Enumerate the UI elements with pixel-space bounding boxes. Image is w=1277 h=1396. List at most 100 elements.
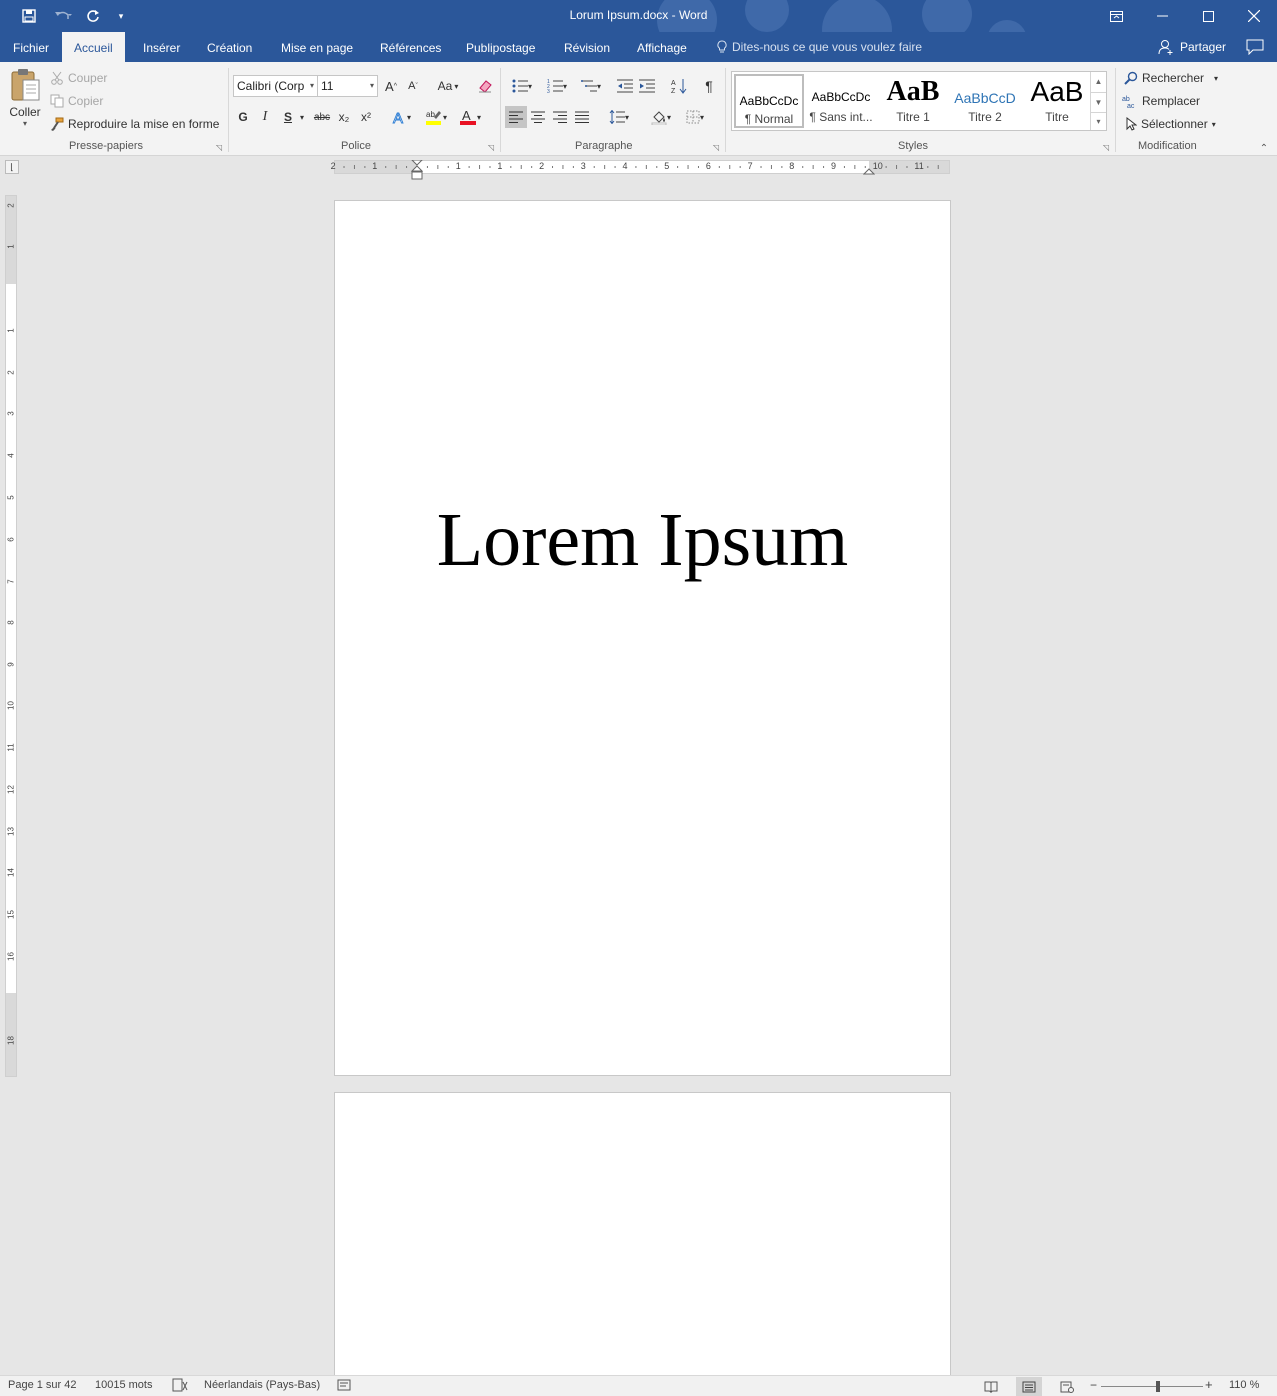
style-heading-1[interactable]: AaB Titre 1 xyxy=(878,74,948,128)
shading-button[interactable]: ▾ xyxy=(646,107,676,127)
find-button[interactable]: Rechercher ▾ xyxy=(1124,71,1218,85)
tab-publipostage[interactable]: Publipostage xyxy=(454,32,547,62)
svg-text:ab: ab xyxy=(1122,96,1130,103)
ribbon-display-icon[interactable] xyxy=(1093,0,1139,32)
format-painter-button[interactable]: Reproduire la mise en forme xyxy=(50,117,219,131)
bullets-button[interactable]: ▾ xyxy=(506,76,538,96)
decrease-indent-icon[interactable] xyxy=(615,76,635,96)
tab-revision[interactable]: Révision xyxy=(552,32,622,62)
document-page[interactable] xyxy=(334,1092,951,1375)
cut-button[interactable]: Couper xyxy=(50,71,107,85)
underline-button[interactable]: S xyxy=(278,107,298,127)
change-case-button[interactable]: Aa ▾ xyxy=(433,76,463,96)
web-layout-icon[interactable] xyxy=(1054,1377,1080,1396)
select-button[interactable]: Sélectionner ▾ xyxy=(1125,117,1216,131)
clear-formatting-icon[interactable] xyxy=(475,76,495,96)
zoom-in-icon[interactable]: + xyxy=(1205,1377,1213,1392)
right-indent-marker-icon[interactable] xyxy=(863,163,875,175)
zoom-level[interactable]: 110 % xyxy=(1229,1379,1259,1391)
align-right-icon[interactable] xyxy=(550,107,570,127)
tab-mise-en-page[interactable]: Mise en page xyxy=(269,32,365,62)
borders-button[interactable]: ▾ xyxy=(680,107,710,127)
svg-text:ab: ab xyxy=(426,110,435,119)
tab-inserer[interactable]: Insérer xyxy=(131,32,192,62)
style-heading-2[interactable]: AaBbCcD Titre 2 xyxy=(950,74,1020,128)
tab-fichier[interactable]: Fichier xyxy=(1,32,61,62)
scissors-icon xyxy=(51,71,63,85)
ruler-label: 9 xyxy=(6,662,16,667)
dialog-launcher-icon[interactable]: ◹ xyxy=(713,144,721,152)
gallery-more-icon[interactable]: ▾ xyxy=(1090,112,1106,130)
increase-indent-icon[interactable] xyxy=(637,76,657,96)
document-title[interactable]: Lorem Ipsum xyxy=(335,497,950,583)
superscript-button[interactable]: x² xyxy=(356,107,376,127)
align-left-icon[interactable] xyxy=(505,106,527,128)
style-normal[interactable]: AaBbCcDc ¶ Normal xyxy=(734,74,804,128)
align-center-icon[interactable] xyxy=(528,107,548,127)
bold-button[interactable]: G xyxy=(233,107,253,127)
grow-font-icon[interactable]: A ^ xyxy=(381,76,401,96)
style-preview: AaBbCcDc xyxy=(811,90,871,104)
style-no-spacing[interactable]: AaBbCcDc ¶ Sans int... xyxy=(806,74,876,128)
language-indicator[interactable]: Néerlandais (Pays-Bas) xyxy=(204,1379,320,1391)
multilevel-list-button[interactable]: ▾ xyxy=(575,76,607,96)
strikethrough-button[interactable]: abc xyxy=(311,107,333,127)
zoom-out-icon[interactable]: − xyxy=(1090,1378,1097,1392)
word-count[interactable]: 10015 mots xyxy=(95,1379,152,1391)
pilcrow-icon[interactable]: ¶ xyxy=(699,76,719,96)
ruler-label: 2 xyxy=(6,370,16,375)
ruler-label: 1 xyxy=(372,161,378,171)
tab-accueil[interactable]: Accueil xyxy=(62,32,125,63)
share-label: Partager xyxy=(1180,40,1227,54)
gallery-down-icon[interactable]: ▼ xyxy=(1090,92,1106,112)
close-icon[interactable] xyxy=(1231,0,1277,32)
tab-references[interactable]: Références xyxy=(368,32,453,62)
zoom-slider-thumb[interactable] xyxy=(1156,1381,1161,1392)
horizontal-ruler[interactable]: 2 1 1 1 2 3 4 5 6 7 8 9 10 11 xyxy=(331,160,950,180)
collapse-ribbon-icon[interactable]: ⌃ xyxy=(1254,138,1274,158)
indent-marker-icon[interactable] xyxy=(411,160,423,182)
macro-icon[interactable] xyxy=(337,1378,351,1395)
tell-me-box[interactable]: Dites-nous ce que vous voulez faire xyxy=(716,40,922,54)
style-title[interactable]: AaB Titre xyxy=(1022,74,1092,128)
proofing-icon[interactable] xyxy=(172,1378,188,1395)
font-name-field[interactable]: Calibri (Corp ▾ xyxy=(233,75,318,97)
print-layout-icon[interactable] xyxy=(1016,1377,1042,1396)
font-color-button[interactable]: A ▾ xyxy=(454,107,486,127)
italic-button[interactable]: I xyxy=(255,107,275,127)
vertical-ruler[interactable]: 2 1 1 2 3 4 5 6 7 8 9 10 11 12 13 14 15 16 18 xyxy=(5,195,17,1077)
tab-creation[interactable]: Création xyxy=(195,32,264,62)
zoom-slider[interactable] xyxy=(1101,1381,1203,1392)
paste-button[interactable]: Coller ▾ xyxy=(6,68,44,138)
dialog-launcher-icon[interactable]: ◹ xyxy=(216,144,224,152)
text-effects-button[interactable]: A ▾ xyxy=(387,107,415,127)
minimize-icon[interactable] xyxy=(1139,0,1185,32)
replace-button[interactable]: ab ac Remplacer xyxy=(1122,94,1200,108)
share-button[interactable]: Partager xyxy=(1158,39,1226,55)
font-group-label: Police xyxy=(341,140,371,152)
justify-icon[interactable] xyxy=(572,107,592,127)
ruler-label: 10 xyxy=(6,701,16,710)
dialog-launcher-icon[interactable]: ◹ xyxy=(488,144,496,152)
chevron-down-icon[interactable]: ▾ xyxy=(296,107,308,127)
gallery-up-icon[interactable]: ▲ xyxy=(1090,72,1106,92)
copy-button[interactable]: Copier xyxy=(50,94,103,108)
highlight-button[interactable]: ab ▾ xyxy=(420,107,452,127)
subscript-button[interactable]: x₂ xyxy=(334,107,354,127)
page-count[interactable]: Page 1 sur 42 xyxy=(8,1379,77,1391)
tab-affichage[interactable]: Affichage xyxy=(625,32,699,62)
font-size-field[interactable]: 11 ▾ xyxy=(317,75,378,97)
dialog-launcher-icon[interactable]: ◹ xyxy=(1103,144,1111,152)
comment-icon[interactable] xyxy=(1246,39,1264,58)
read-mode-icon[interactable] xyxy=(978,1377,1004,1396)
ribbon: Coller ▾ Couper Copier Reproduire la mis… xyxy=(0,62,1277,156)
chevron-down-icon: ▾ xyxy=(454,81,459,91)
sort-icon[interactable]: AZ xyxy=(669,76,689,96)
tab-selector[interactable]: ⌊ xyxy=(5,160,19,174)
line-spacing-button[interactable]: ▾ xyxy=(604,107,634,127)
shrink-font-icon[interactable]: Aˇ xyxy=(403,76,423,96)
maximize-icon[interactable] xyxy=(1185,0,1231,32)
title-bar: ▾ Lorum Ipsum.docx - Word xyxy=(0,0,1277,62)
document-page[interactable]: Lorem Ipsum xyxy=(334,200,951,1076)
numbering-button[interactable]: 1 2 3 ▾ xyxy=(541,76,573,96)
